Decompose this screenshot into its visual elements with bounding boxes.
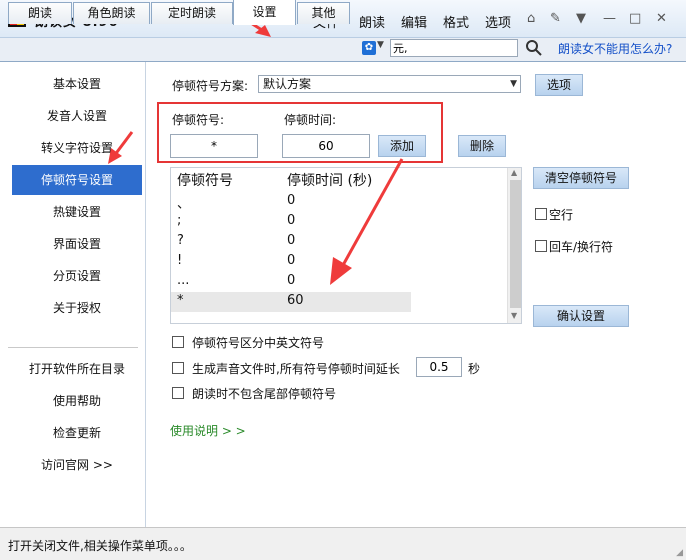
add-button[interactable]: 添加 [378,135,426,157]
search-input[interactable] [390,39,518,57]
row-symbol: ... [177,273,190,288]
extend-seconds-input[interactable] [416,357,462,377]
option-trailing-checkbox[interactable] [172,387,184,399]
maximize-icon[interactable]: □ [629,11,641,26]
row-time: 0 [287,193,296,208]
sidebar-item-hotkey[interactable]: 热键设置 [12,197,142,227]
sidebar-item-license[interactable]: 关于授权 [12,293,142,323]
row-time: 0 [287,233,296,248]
tab-timed-read[interactable]: 定时朗读 [151,2,233,24]
empty-line-checkbox[interactable] [535,208,547,220]
scroll-up-icon[interactable]: ▲ [511,168,517,177]
option-extend-label: 生成声音文件时,所有符号停顿时间延长 [192,362,400,376]
row-time: 0 [287,273,296,288]
home-icon[interactable]: ⌂ [527,11,535,26]
sidebar-link-open-dir[interactable]: 打开软件所在目录 [12,354,142,384]
option-distinguish-label: 停顿符号区分中英文符号 [192,336,325,350]
row-symbol: 、 [177,197,191,212]
row-time: 0 [287,253,296,268]
scrollbar-thumb[interactable] [510,180,521,308]
scheme-select[interactable]: 默认方案 ▼ [258,75,521,93]
sidebar-divider [8,347,138,348]
row-symbol: * [177,293,184,308]
newline-label: 回车/换行符 [549,240,614,254]
sidebar-item-basic[interactable]: 基本设置 [12,69,142,99]
empty-line-label: 空行 [549,208,574,222]
list-scrollbar[interactable]: ▲ ▼ [507,168,521,323]
sidebar-link-help[interactable]: 使用帮助 [12,386,142,416]
sidebar-item-paging[interactable]: 分页设置 [12,261,142,291]
menu-read[interactable]: 朗读 [359,12,385,31]
option-extend-checkbox[interactable] [172,362,184,374]
tools-icon[interactable]: ✎ [550,11,561,26]
symbol-input[interactable] [170,134,258,158]
scheme-label: 停顿符号方案: [172,79,249,93]
list-header-symbol: 停顿符号 [177,173,233,189]
chevron-down-icon[interactable]: ▼ [377,40,384,50]
newline-checkbox[interactable] [535,240,547,252]
status-text: 打开关闭文件,相关操作菜单项。。。 [8,539,192,553]
row-symbol: ? [177,233,184,248]
sidebar-link-website[interactable]: 访问官网 >> [12,450,142,480]
delete-button[interactable]: 删除 [458,135,506,157]
close-icon[interactable]: ✕ [656,11,667,26]
row-symbol: ; [177,213,182,228]
resize-grip-icon[interactable]: ◢ [676,548,683,558]
symbol-label: 停顿符号: [172,113,225,127]
list-item-selected[interactable]: * 60 [171,292,411,312]
tab-other[interactable]: 其他 [297,2,350,24]
row-symbol: ! [177,253,183,268]
confirm-settings-button[interactable]: 确认设置 [533,305,629,327]
tab-read[interactable]: 朗读 [8,2,72,24]
row-time: 60 [287,293,304,308]
sidebar-item-voice[interactable]: 发音人设置 [12,101,142,131]
menu-format[interactable]: 格式 [443,12,469,31]
options-button[interactable]: 选项 [535,74,583,96]
menu-edit[interactable]: 编辑 [401,12,427,31]
scroll-down-icon[interactable]: ▼ [511,311,517,320]
option-distinguish-checkbox[interactable] [172,336,184,348]
help-link[interactable]: 朗读女不能用怎么办? [558,40,672,57]
tab-settings[interactable]: 设置 [233,0,296,25]
option-trailing-label: 朗读时不包含尾部停顿符号 [192,387,337,401]
menu-options[interactable]: 选项 [485,12,511,31]
time-label: 停顿时间: [284,113,337,127]
skin-icon[interactable]: ▼ [576,11,586,26]
minimize-icon[interactable]: — [603,11,616,26]
annotation-arrow-list [330,158,404,285]
seconds-unit-label: 秒 [468,362,481,376]
chevron-down-icon: ▼ [510,79,517,89]
search-engine-icon[interactable]: ✿ [362,41,376,55]
row-time: 0 [287,213,296,228]
scheme-value: 默认方案 [263,77,312,91]
sidebar-link-update[interactable]: 检查更新 [12,418,142,448]
annotation-arrow-sidebar [108,131,134,164]
clear-symbols-button[interactable]: 清空停顿符号 [533,167,629,189]
usage-link[interactable]: 使用说明 > > [170,422,246,439]
sidebar-item-pause-symbol[interactable]: 停顿符号设置 [12,165,142,195]
status-bar: 打开关闭文件,相关操作菜单项。。。 ◢ [0,527,686,560]
tab-role-read[interactable]: 角色朗读 [73,2,150,24]
sidebar-item-interface[interactable]: 界面设置 [12,229,142,259]
search-icon[interactable] [525,39,543,57]
